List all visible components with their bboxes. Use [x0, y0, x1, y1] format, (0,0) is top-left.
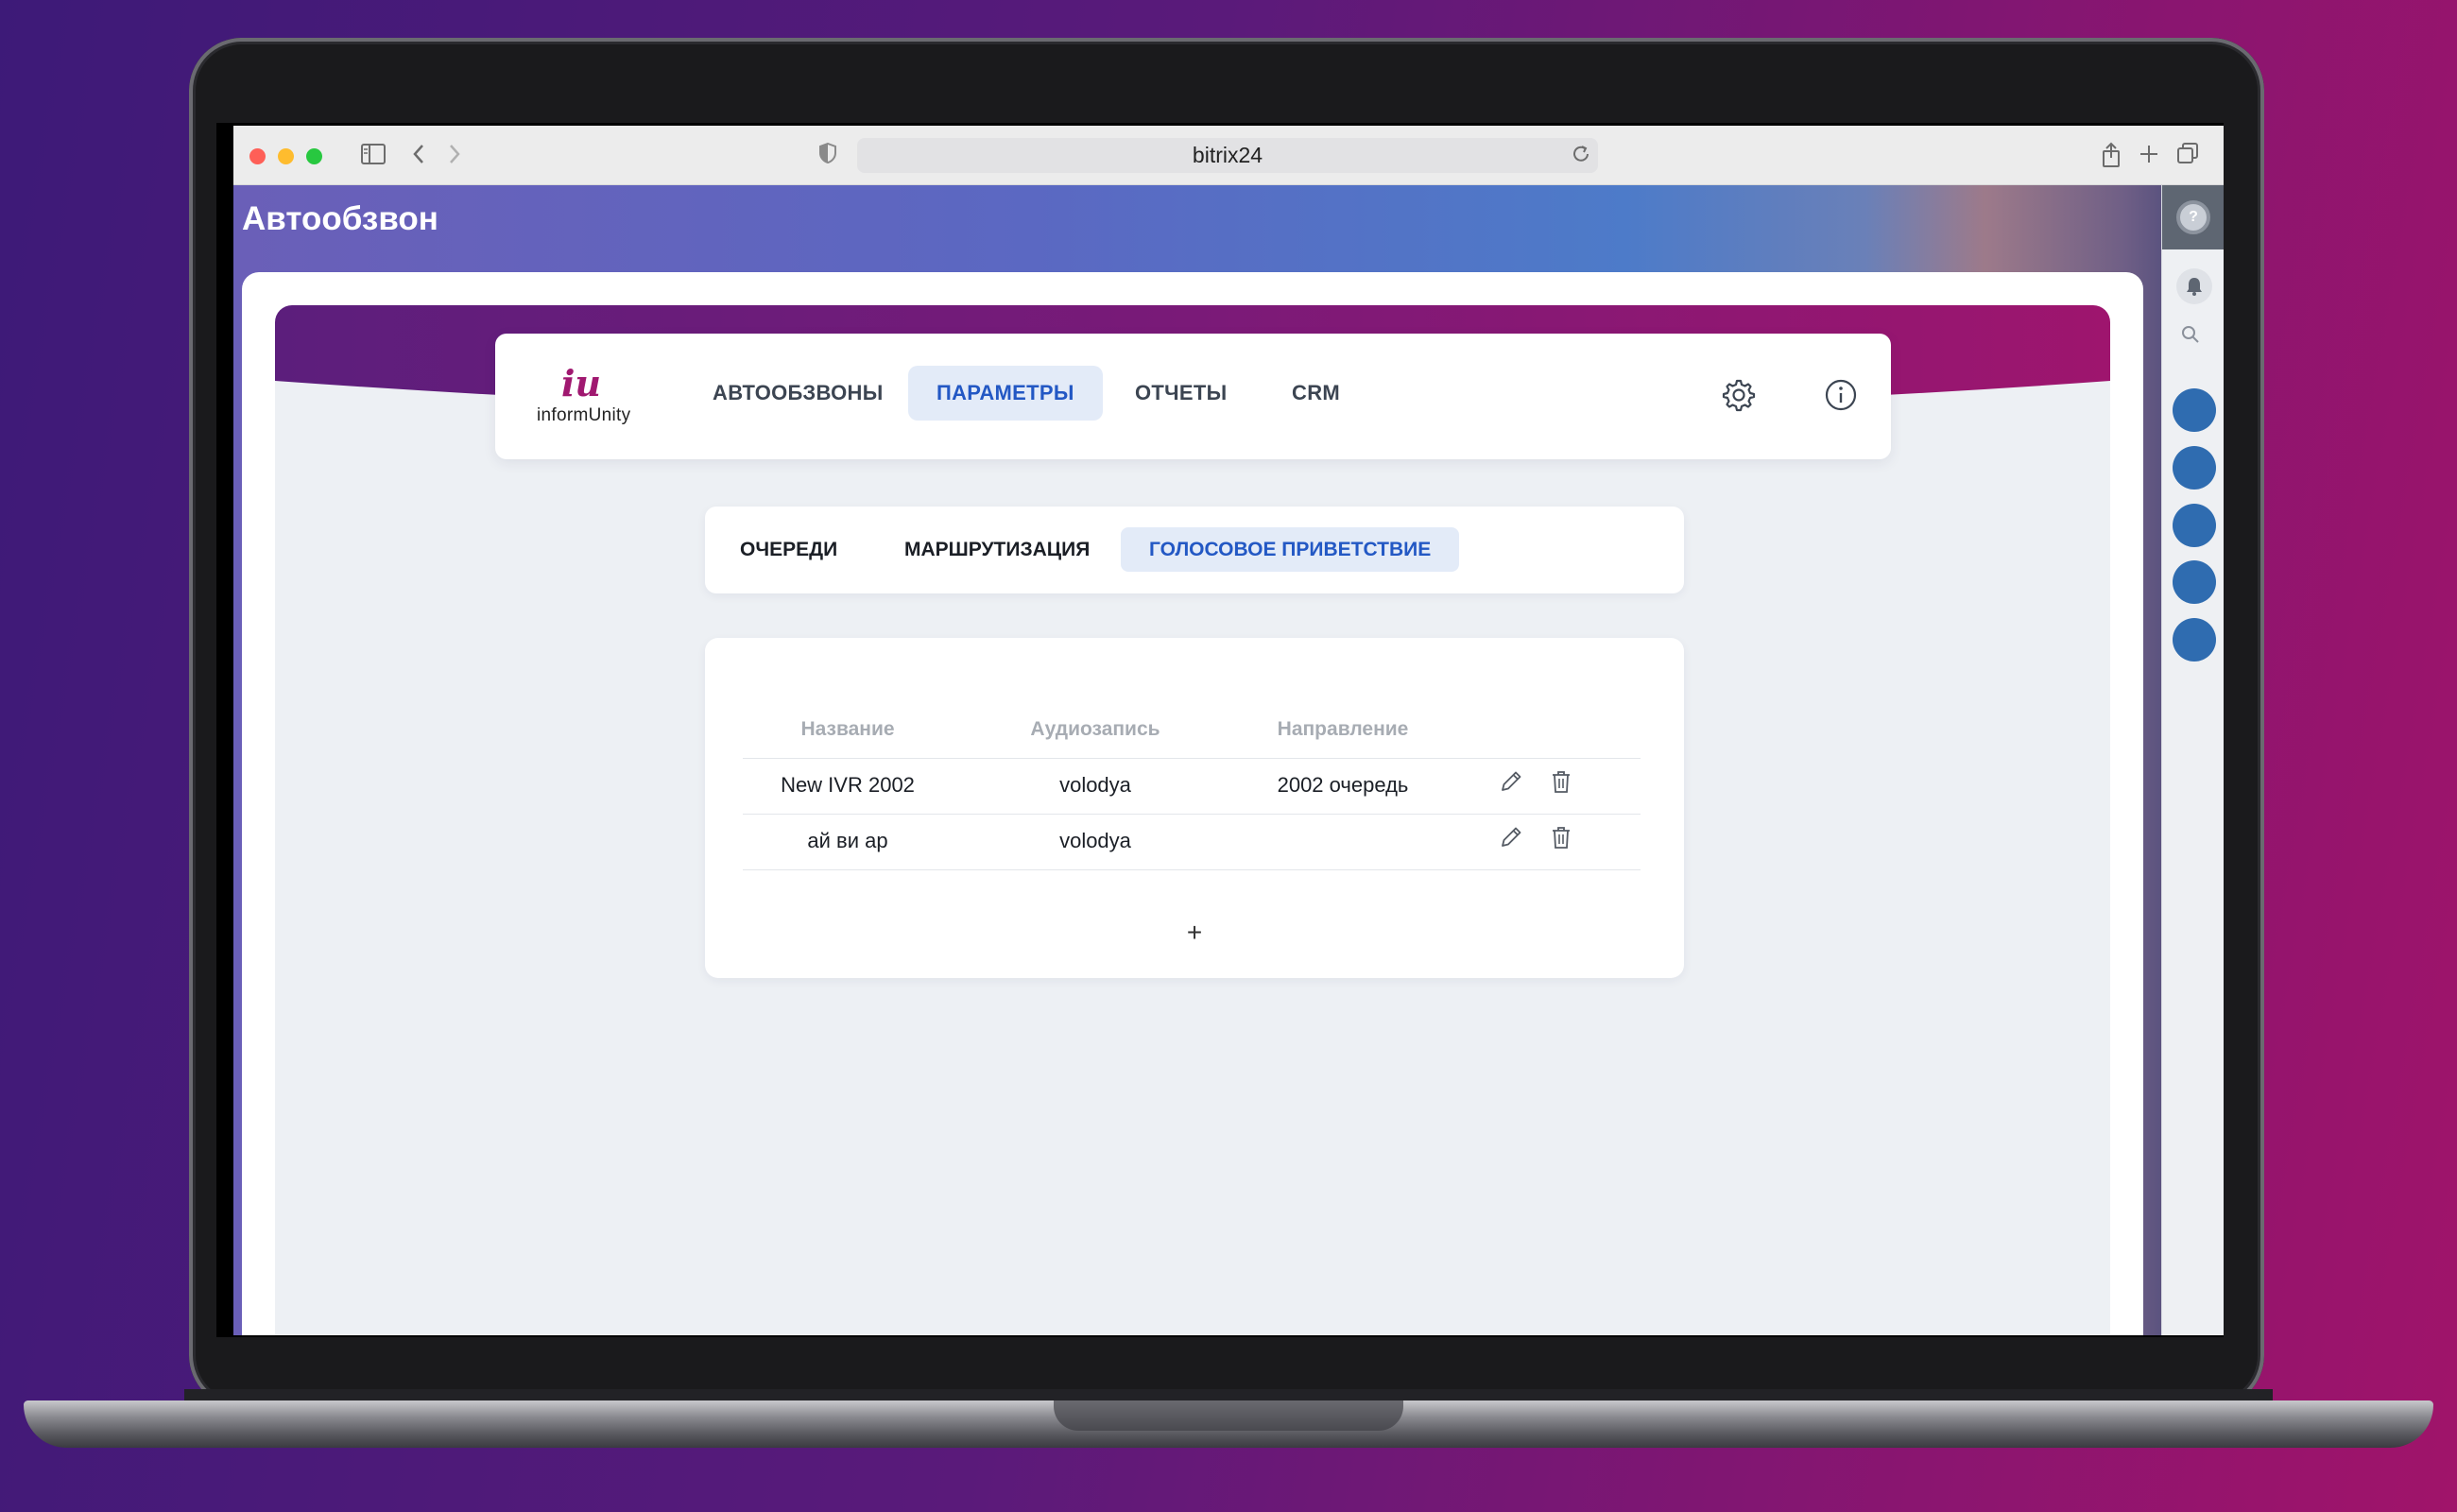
address-bar[interactable]: bitrix24 — [857, 138, 1598, 173]
avatar[interactable] — [2173, 446, 2216, 490]
divider — [743, 814, 1641, 815]
divider — [743, 869, 1641, 870]
rail-top: ? — [2162, 185, 2224, 249]
add-greeting-button[interactable]: + — [1176, 914, 1213, 952]
trash-icon[interactable] — [1549, 769, 1573, 796]
maximize-window-button[interactable] — [306, 148, 322, 164]
avatar[interactable] — [2173, 560, 2216, 604]
cell-audio: volodya — [1059, 829, 1131, 852]
avatar[interactable] — [2173, 504, 2216, 547]
bell-icon[interactable] — [2176, 268, 2212, 304]
tab-voice-greeting[interactable]: ГОЛОСОВОЕ ПРИВЕТСТВИЕ — [1121, 527, 1460, 572]
forward-icon[interactable] — [447, 142, 462, 172]
top-navigation: iu informUnity АВТООБЗВОНЫ ПАРАМЕТРЫ ОТЧ… — [495, 334, 1891, 459]
pencil-icon[interactable] — [1499, 769, 1523, 796]
column-header-name: Название — [800, 718, 895, 740]
browser-window: bitrix24 Автообзвон ? iu informUnity АВТ… — [233, 126, 2224, 1335]
back-icon[interactable] — [411, 142, 426, 172]
column-header-direction: Направление — [1277, 718, 1409, 740]
cell-direction: 2002 очередь — [1277, 773, 1409, 797]
cell-name: New IVR 2002 — [781, 773, 915, 797]
cell-audio: volodya — [1059, 773, 1131, 797]
search-icon[interactable] — [2181, 325, 2200, 350]
avatar[interactable] — [2173, 388, 2216, 432]
divider — [743, 758, 1641, 759]
nav-reports[interactable]: ОТЧЕТЫ — [1107, 366, 1255, 421]
informunity-logo: iu informUnity — [537, 362, 641, 438]
browser-titlebar: bitrix24 — [233, 126, 2224, 185]
nav-autodialer[interactable]: АВТООБЗВОНЫ — [684, 366, 912, 421]
column-header-audio: Аудиозапись — [1030, 718, 1160, 740]
cell-name: ай ви ар — [807, 829, 888, 852]
logo-mark: iu — [561, 362, 602, 404]
minimize-window-button[interactable] — [278, 148, 294, 164]
tab-overview-icon[interactable] — [2176, 142, 2199, 170]
tab-routing[interactable]: МАРШРУТИЗАЦИЯ — [876, 527, 1118, 572]
bitrix-page: Автообзвон ? iu informUnity АВТООБЗВОНЫ … — [233, 185, 2224, 1335]
gear-icon[interactable] — [1722, 378, 1756, 412]
info-icon[interactable] — [1824, 378, 1858, 412]
avatar[interactable] — [2173, 618, 2216, 662]
laptop-notch — [1054, 1400, 1403, 1431]
share-icon[interactable] — [2101, 142, 2122, 174]
privacy-shield-icon — [819, 143, 836, 163]
pencil-icon[interactable] — [1499, 825, 1523, 851]
tab-queues[interactable]: ОЧЕРЕДИ — [712, 527, 866, 572]
app-frame: iu informUnity АВТООБЗВОНЫ ПАРАМЕТРЫ ОТЧ… — [242, 272, 2143, 1335]
reload-icon[interactable] — [1571, 144, 1591, 164]
help-icon[interactable]: ? — [2176, 200, 2210, 234]
page-title: Автообзвон — [242, 200, 438, 237]
greetings-table: Название Аудиозапись Направление New IVR… — [705, 638, 1684, 978]
sidebar-toggle-icon[interactable] — [361, 142, 386, 170]
app-content: iu informUnity АВТООБЗВОНЫ ПАРАМЕТРЫ ОТЧ… — [275, 305, 2110, 1335]
close-window-button[interactable] — [249, 148, 266, 164]
right-rail: ? — [2161, 185, 2224, 1335]
parameters-subtabs: ОЧЕРЕДИ МАРШРУТИЗАЦИЯ ГОЛОСОВОЕ ПРИВЕТСТ… — [705, 507, 1684, 593]
trash-icon[interactable] — [1549, 825, 1573, 851]
logo-text: informUnity — [537, 405, 631, 425]
nav-crm[interactable]: CRM — [1263, 366, 1368, 421]
new-tab-icon[interactable] — [2139, 142, 2159, 170]
nav-parameters[interactable]: ПАРАМЕТРЫ — [908, 366, 1103, 421]
